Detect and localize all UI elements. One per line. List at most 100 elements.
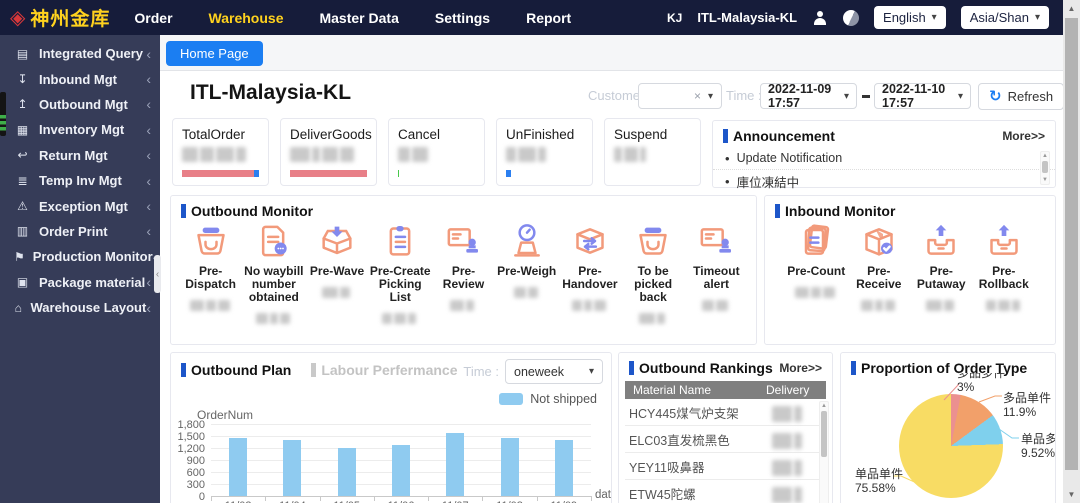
nav-item-settings[interactable]: Settings	[435, 10, 490, 26]
language-select[interactable]: English ▾	[874, 6, 946, 29]
clear-icon[interactable]: ×	[694, 89, 701, 103]
stat-card-totalorder[interactable]: TotalOrder	[172, 118, 269, 186]
theme-toggle-icon[interactable]	[843, 10, 859, 26]
monitor-item-pre-rollback[interactable]: Pre-Rollback	[973, 220, 1036, 315]
stat-card-label: DeliverGoods	[290, 127, 367, 142]
chevron-left-icon: ‹	[146, 96, 151, 112]
monitor-item-pre-count[interactable]: Pre-Count	[785, 220, 848, 315]
sidebar-item-exception-mgt[interactable]: ⚠Exception Mgt‹	[0, 193, 160, 218]
bar[interactable]	[229, 438, 247, 496]
page-title: ITL-Malaysia-KL	[190, 81, 351, 105]
time-from-select[interactable]: 2022-11-09 17:57 ▾	[760, 83, 857, 109]
user-icon[interactable]	[812, 10, 828, 26]
announcement-title: Announcement	[733, 128, 835, 144]
monitor-item-no-waybill-number-obtained[interactable]: No waybill number obtained	[242, 220, 305, 328]
announcement-item-text: 庫位凍結中	[737, 172, 800, 191]
bar[interactable]	[338, 448, 356, 496]
bar[interactable]	[555, 440, 573, 496]
y-tick-label: 1,500	[171, 431, 205, 443]
page-scrollbar[interactable]: ▲ ▼	[1063, 0, 1080, 503]
bar[interactable]	[283, 440, 301, 496]
outbound-plan-panel: Outbound Plan Labour Perfermance Time : …	[170, 352, 612, 503]
bar-slot	[211, 438, 265, 496]
table-row[interactable]: ELC03直发梳黑色	[625, 426, 826, 453]
announcement-item[interactable]: •庫位凍結中	[713, 169, 1055, 192]
announcement-more-link[interactable]: More>>	[1002, 129, 1045, 143]
bar[interactable]	[501, 438, 519, 496]
monitor-item-label: Pre-Count	[785, 265, 848, 278]
table-row[interactable]: YEY11吸鼻器	[625, 453, 826, 480]
tab-labour-performance[interactable]: Labour Perfermance	[311, 362, 457, 378]
timezone-select[interactable]: Asia/Shan ▾	[961, 6, 1049, 29]
outbound-icon: ↥	[14, 97, 31, 111]
tray-up-icon	[910, 220, 973, 262]
stat-card-suspend[interactable]: Suspend	[604, 118, 701, 186]
sidebar-item-label: Integrated Query	[39, 46, 143, 61]
sidebar-item-production-monitor[interactable]: ⚑Production Monitor‹	[0, 244, 160, 269]
legend-swatch	[499, 393, 523, 405]
monitor-item-pre-weigh[interactable]: Pre-Weigh	[495, 220, 558, 328]
sidebar-item-inbound-mgt[interactable]: ↧Inbound Mgt‹	[0, 66, 160, 91]
masked-value	[622, 310, 685, 328]
stat-card-unfinished[interactable]: UnFinished	[496, 118, 593, 186]
sidebar-item-package-material[interactable]: ▣Package material‹	[0, 270, 160, 295]
sidebar-item-temp-inv-mgt[interactable]: ≣Temp Inv Mgt‹	[0, 168, 160, 193]
sidebar-item-inventory-mgt[interactable]: ▦Inventory Mgt‹	[0, 117, 160, 142]
pie-slice-label: 单品多件9.52%	[1021, 432, 1056, 460]
sidebar-collapse-handle[interactable]: ‹	[154, 255, 161, 293]
tab-outbound-plan[interactable]: Outbound Plan	[181, 362, 291, 378]
refresh-button[interactable]: ↻ Refresh	[978, 83, 1063, 110]
stat-card-label: TotalOrder	[182, 127, 259, 142]
stat-card-delivergoods[interactable]: DeliverGoods	[280, 118, 377, 186]
chart-time-select[interactable]: oneweek ▾	[505, 359, 603, 384]
masked-value	[305, 284, 368, 302]
nav-item-warehouse[interactable]: Warehouse	[209, 10, 284, 26]
section-marker	[181, 363, 186, 377]
x-axis-tick	[591, 497, 592, 501]
monitor-item-label: Pre-Dispatch	[179, 265, 242, 291]
announcement-item-text: Update Notification	[737, 151, 843, 165]
monitor-item-pre-review[interactable]: Pre-Review	[432, 220, 495, 328]
sidebar-item-order-print[interactable]: ▥Order Print‹	[0, 219, 160, 244]
warehouse-layout-icon: ⌂	[14, 301, 23, 315]
monitor-item-label: To be picked back	[622, 265, 685, 304]
box-check-icon	[848, 220, 911, 262]
monitor-item-to-be-picked-back[interactable]: To be picked back	[622, 220, 685, 328]
monitor-item-timeout-alert[interactable]: Timeout alert	[685, 220, 748, 328]
monitor-item-pre-wave[interactable]: Pre-Wave	[305, 220, 368, 328]
sidebar-item-outbound-mgt[interactable]: ↥Outbound Mgt‹	[0, 92, 160, 117]
monitor-item-label: Pre-Wave	[305, 265, 368, 278]
monitor-item-pre-receive[interactable]: Pre-Receive	[848, 220, 911, 315]
time-to-select[interactable]: 2022-11-10 17:57 ▾	[874, 83, 971, 109]
sidebar-item-integrated-query[interactable]: ▤Integrated Query‹	[0, 41, 160, 66]
sidebar-item-return-mgt[interactable]: ↩Return Mgt‹	[0, 143, 160, 168]
basket-icon	[179, 220, 242, 262]
y-tick-label: 300	[171, 479, 205, 491]
bar-slot	[428, 433, 482, 496]
nav-item-master-data[interactable]: Master Data	[319, 10, 398, 26]
bar[interactable]	[392, 445, 410, 496]
announcement-item[interactable]: •Update Notification	[713, 147, 1055, 169]
table-row[interactable]: ETW45陀螺	[625, 480, 826, 503]
monitor-item-pre-putaway[interactable]: Pre-Putaway	[910, 220, 973, 315]
legend-not-shipped[interactable]: Not shipped	[499, 392, 597, 406]
customer-select[interactable]: × ▾	[638, 83, 722, 109]
table-row[interactable]: HCY445煤气炉支架	[625, 399, 826, 426]
monitor-item-pre-create-picking-list[interactable]: Pre-Create Picking List	[369, 220, 432, 328]
bar[interactable]	[446, 433, 464, 496]
bar-chart	[211, 424, 591, 496]
monitor-item-pre-dispatch[interactable]: Pre-Dispatch	[179, 220, 242, 328]
chevron-left-icon: ‹	[146, 147, 151, 163]
sidebar-item-warehouse-layout[interactable]: ⌂Warehouse Layout‹	[0, 295, 160, 320]
rankings-scrollbar[interactable]: ▲ ▼	[819, 401, 829, 503]
announcement-scrollbar[interactable]: ▲ ▼	[1040, 151, 1050, 185]
nav-item-report[interactable]: Report	[526, 10, 571, 26]
monitor-item-label: Pre-Create Picking List	[369, 265, 432, 304]
exception-icon: ⚠	[14, 199, 31, 213]
monitor-item-pre-handover[interactable]: Pre-Handover	[558, 220, 621, 328]
app-logo[interactable]: ◈ 神州金库	[0, 4, 110, 31]
stat-card-cancel[interactable]: Cancel	[388, 118, 485, 186]
nav-item-order[interactable]: Order	[134, 10, 172, 26]
rankings-more-link[interactable]: More>>	[779, 361, 822, 375]
tab-home-page[interactable]: Home Page	[166, 41, 263, 66]
